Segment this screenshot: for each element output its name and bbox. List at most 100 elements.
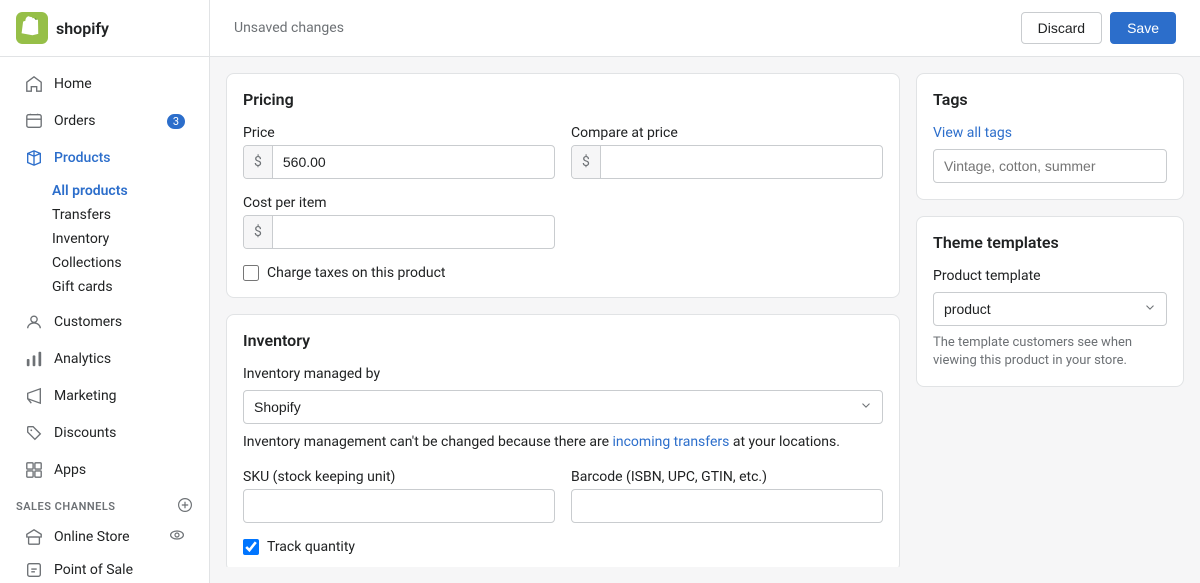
pricing-card: Pricing Price $ Compare at price $ [226,73,900,298]
cost-prefix: $ [244,216,273,248]
sidebar-item-online-store[interactable]: Online Store [8,521,201,553]
view-all-tags-link[interactable]: View all tags [933,125,1167,141]
analytics-icon [24,349,44,369]
marketing-icon [24,386,44,406]
sidebar-item-home[interactable]: Home [8,66,201,102]
subnav-collections[interactable]: Collections [44,251,209,275]
online-store-icon [24,527,44,547]
sidebar-item-analytics-label: Analytics [54,351,111,367]
discounts-icon [24,423,44,443]
cost-input[interactable] [273,216,554,248]
compare-price-label: Compare at price [571,125,883,141]
sidebar-item-customers-label: Customers [54,314,122,330]
customers-icon [24,312,44,332]
incoming-transfers-link[interactable]: incoming transfers [612,434,729,450]
inventory-title: Inventory [243,331,883,350]
products-subnav: All products Transfers Inventory Collect… [0,177,209,303]
barcode-label: Barcode (ISBN, UPC, GTIN, etc.) [571,469,883,485]
managed-by-select-wrapper: Shopify [243,390,883,424]
track-quantity-checkbox[interactable] [243,539,259,555]
pos-label: Point of Sale [54,562,133,578]
cost-group: Cost per item $ [243,195,555,249]
product-template-select[interactable]: product [933,292,1167,326]
track-qty-row: Track quantity [243,539,883,555]
sidebar-item-discounts-label: Discounts [54,425,116,441]
content-area: Pricing Price $ Compare at price $ [210,57,1200,583]
sidebar-item-customers[interactable]: Customers [8,304,201,340]
sidebar-item-apps-label: Apps [54,462,86,478]
sidebar-navigation: Home Orders 3 Products All products Tran… [0,57,209,583]
subnav-transfers[interactable]: Transfers [44,203,209,227]
theme-template-description: The template customers see when viewing … [933,334,1167,370]
tags-card: Tags View all tags [916,73,1184,200]
price-group: Price $ [243,125,555,179]
discard-button[interactable]: Discard [1021,12,1102,44]
sidebar-item-products-label: Products [54,150,111,166]
theme-templates-title: Theme templates [933,233,1167,252]
subnav-gift-cards[interactable]: Gift cards [44,275,209,299]
sidebar-item-marketing[interactable]: Marketing [8,378,201,414]
inventory-info-text: Inventory management can't be changed be… [243,432,883,453]
product-template-label: Product template [933,268,1167,284]
tax-checkbox-row: Charge taxes on this product [243,265,883,281]
topbar-actions: Discard Save [1021,12,1176,44]
price-input[interactable] [273,146,554,178]
side-column: Tags View all tags Theme templates Produ… [916,73,1184,567]
topbar: Unsaved changes Discard Save [210,0,1200,57]
save-button[interactable]: Save [1110,12,1176,44]
logo-text: shopify [56,19,109,38]
sidebar-item-pos[interactable]: Point of Sale [8,554,201,583]
cost-label: Cost per item [243,195,555,211]
compare-price-input[interactable] [601,146,882,178]
sidebar-item-products[interactable]: Products [8,140,201,176]
online-store-eye-icon[interactable] [169,527,185,547]
tags-input[interactable] [933,149,1167,183]
main-column: Pricing Price $ Compare at price $ [226,73,900,567]
topbar-title: Unsaved changes [234,20,344,36]
sidebar-item-analytics[interactable]: Analytics [8,341,201,377]
sidebar-item-home-label: Home [54,76,92,92]
sidebar-item-apps[interactable]: Apps [8,452,201,488]
sales-channels-header: SALES CHANNELS [0,489,209,520]
cost-row: Cost per item $ [243,195,883,249]
sidebar-item-orders[interactable]: Orders 3 [8,103,201,139]
main-area: Unsaved changes Discard Save Pricing Pri… [210,0,1200,583]
tax-checkbox-label: Charge taxes on this product [267,265,446,281]
sidebar-item-orders-label: Orders [54,113,96,129]
pos-icon [24,560,44,580]
compare-price-prefix: $ [572,146,601,178]
subnav-inventory[interactable]: Inventory [44,227,209,251]
sku-barcode-row: SKU (stock keeping unit) Barcode (ISBN, … [243,469,883,523]
sku-group: SKU (stock keeping unit) [243,469,555,523]
pricing-title: Pricing [243,90,883,109]
shopify-logo-icon [16,12,48,44]
product-template-select-wrapper: product [933,292,1167,326]
barcode-input[interactable] [571,489,883,523]
compare-price-input-wrapper: $ [571,145,883,179]
subnav-all-products[interactable]: All products [44,179,209,203]
price-prefix: $ [244,146,273,178]
managed-by-group: Inventory managed by Shopify [243,366,883,424]
managed-by-label: Inventory managed by [243,366,883,382]
cost-input-wrapper: $ [243,215,555,249]
orders-badge: 3 [167,114,185,129]
sidebar-logo: shopify [0,0,209,57]
sidebar-item-discounts[interactable]: Discounts [8,415,201,451]
price-input-wrapper: $ [243,145,555,179]
sidebar: shopify Home Orders 3 Products All p [0,0,210,583]
orders-icon [24,111,44,131]
tags-title: Tags [933,90,1167,109]
sku-input[interactable] [243,489,555,523]
managed-by-select[interactable]: Shopify [243,390,883,424]
product-template-group: Product template product [933,268,1167,326]
sku-label: SKU (stock keeping unit) [243,469,555,485]
compare-price-group: Compare at price $ [571,125,883,179]
products-icon [24,148,44,168]
price-row: Price $ Compare at price $ [243,125,883,179]
tax-checkbox[interactable] [243,265,259,281]
apps-icon [24,460,44,480]
sidebar-item-marketing-label: Marketing [54,388,117,404]
track-quantity-label: Track quantity [267,539,355,555]
add-sales-channel-icon[interactable] [177,497,193,516]
barcode-group: Barcode (ISBN, UPC, GTIN, etc.) [571,469,883,523]
